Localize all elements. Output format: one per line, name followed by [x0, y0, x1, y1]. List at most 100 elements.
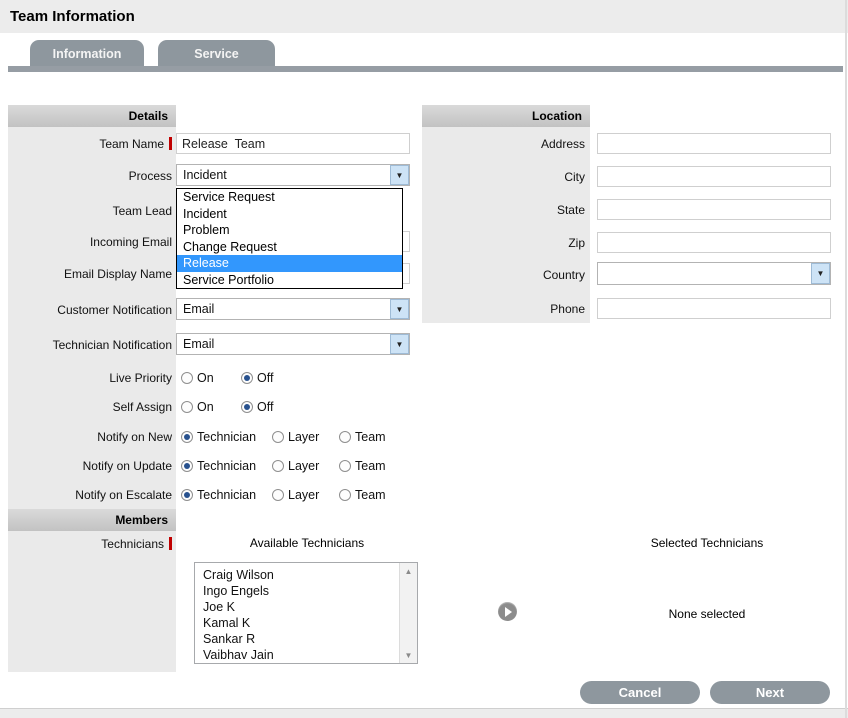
next-button-label: Next	[756, 685, 784, 700]
notify-new-team-radio[interactable]	[339, 431, 351, 443]
available-technicians-list: Craig Wilson Ingo Engels Joe K Kamal K S…	[195, 563, 399, 663]
cancel-button[interactable]: Cancel	[580, 681, 700, 704]
city-label: City	[422, 169, 590, 184]
move-right-button[interactable]	[498, 602, 517, 621]
incoming-email-label: Incoming Email	[8, 234, 180, 249]
notify-on-update-label: Notify on Update	[8, 458, 180, 473]
technician-option[interactable]: Vaibhav Jain	[195, 647, 399, 663]
footer-bar	[0, 708, 848, 718]
address-input[interactable]	[597, 133, 831, 154]
technician-option[interactable]: Sankar R	[195, 631, 399, 647]
live-priority-off-radio[interactable]	[241, 372, 253, 384]
available-technicians-listbox[interactable]: Craig Wilson Ingo Engels Joe K Kamal K S…	[194, 562, 418, 664]
country-select[interactable]: ▼	[597, 262, 831, 285]
technicians-label: Technicians	[8, 536, 172, 551]
members-section-title: Members	[115, 513, 176, 527]
notify-new-layer-radio[interactable]	[272, 431, 284, 443]
chevron-down-icon[interactable]: ▼	[390, 299, 409, 319]
next-button[interactable]: Next	[710, 681, 830, 704]
notify-escalate-team-radio[interactable]	[339, 489, 351, 501]
notify-new-team-option-label: Team	[355, 430, 386, 444]
scroll-up-icon[interactable]: ▲	[400, 563, 417, 579]
required-marker	[169, 537, 172, 550]
notify-update-layer-option-label: Layer	[288, 459, 319, 473]
tab-service[interactable]: Service	[158, 40, 275, 67]
self-assign-label: Self Assign	[8, 399, 180, 414]
notify-on-new-label: Notify on New	[8, 429, 180, 444]
state-input[interactable]	[597, 199, 831, 220]
technician-notification-value: Email	[177, 334, 390, 354]
technician-option[interactable]: Joe K	[195, 599, 399, 615]
notify-update-team-radio[interactable]	[339, 460, 351, 472]
technician-notification-select[interactable]: Email ▼	[176, 333, 410, 355]
page-right-border	[845, 0, 847, 718]
customer-notification-select[interactable]: Email ▼	[176, 298, 410, 320]
technician-option[interactable]: Ingo Engels	[195, 583, 399, 599]
available-technicians-title: Available Technicians	[196, 536, 418, 550]
notify-escalate-layer-option-label: Layer	[288, 488, 319, 502]
process-option[interactable]: Problem	[177, 222, 402, 239]
notify-new-technician-option-label: Technician	[197, 430, 256, 444]
tab-underline-bar	[8, 66, 843, 72]
country-select-value	[598, 263, 811, 284]
chevron-down-icon[interactable]: ▼	[390, 165, 409, 185]
tab-information-label: Information	[53, 47, 122, 61]
self-assign-off-option-label: Off	[257, 400, 273, 414]
cancel-button-label: Cancel	[619, 685, 662, 700]
chevron-down-icon[interactable]: ▼	[390, 334, 409, 354]
selected-technicians-title: Selected Technicians	[597, 536, 817, 550]
self-assign-off-radio[interactable]	[241, 401, 253, 413]
phone-input[interactable]	[597, 298, 831, 319]
process-option[interactable]: Release	[177, 255, 402, 272]
team-name-input[interactable]	[176, 133, 410, 154]
team-information-page: Team Information Information Service Det…	[0, 0, 848, 718]
state-label: State	[422, 202, 590, 217]
location-section-title: Location	[532, 109, 590, 123]
zip-label: Zip	[422, 235, 590, 250]
notify-escalate-technician-option-label: Technician	[197, 488, 256, 502]
notify-update-technician-radio[interactable]	[181, 460, 193, 472]
scroll-down-icon[interactable]: ▼	[400, 647, 417, 663]
process-dropdown-list: Service Request Incident Problem Change …	[176, 188, 403, 289]
phone-label: Phone	[422, 301, 590, 316]
live-priority-label: Live Priority	[8, 370, 180, 385]
process-label: Process	[8, 168, 180, 183]
notify-new-technician-radio[interactable]	[181, 431, 193, 443]
technician-option[interactable]: Craig Wilson	[195, 567, 399, 583]
required-marker	[169, 137, 172, 150]
notify-update-technician-option-label: Technician	[197, 459, 256, 473]
process-option[interactable]: Change Request	[177, 239, 402, 256]
address-label: Address	[422, 136, 590, 151]
process-option[interactable]: Service Request	[177, 189, 402, 206]
page-title: Team Information	[0, 8, 135, 25]
process-select-value: Incident	[177, 165, 390, 185]
chevron-down-icon[interactable]: ▼	[811, 263, 830, 284]
process-option[interactable]: Service Portfolio	[177, 272, 402, 289]
notify-update-layer-radio[interactable]	[272, 460, 284, 472]
notify-on-escalate-label: Notify on Escalate	[8, 487, 180, 502]
notify-escalate-team-option-label: Team	[355, 488, 386, 502]
notify-update-team-option-label: Team	[355, 459, 386, 473]
details-section-header: Details	[8, 105, 176, 127]
details-label-column	[8, 105, 176, 672]
location-section-header: Location	[422, 105, 590, 127]
self-assign-on-radio[interactable]	[181, 401, 193, 413]
technician-notification-label: Technician Notification	[8, 337, 180, 352]
technician-option[interactable]: Kamal K	[195, 615, 399, 631]
process-option[interactable]: Incident	[177, 206, 402, 223]
live-priority-on-option-label: On	[197, 371, 214, 385]
process-select[interactable]: Incident ▼	[176, 164, 410, 186]
notify-escalate-layer-radio[interactable]	[272, 489, 284, 501]
live-priority-off-option-label: Off	[257, 371, 273, 385]
zip-input[interactable]	[597, 232, 831, 253]
none-selected-text: None selected	[597, 607, 817, 621]
notify-new-layer-option-label: Layer	[288, 430, 319, 444]
notify-escalate-technician-radio[interactable]	[181, 489, 193, 501]
live-priority-on-radio[interactable]	[181, 372, 193, 384]
arrow-right-icon	[505, 607, 512, 617]
details-section-title: Details	[129, 109, 176, 123]
tab-information[interactable]: Information	[30, 40, 144, 67]
page-header: Team Information	[0, 0, 848, 33]
city-input[interactable]	[597, 166, 831, 187]
listbox-scrollbar[interactable]: ▲ ▼	[399, 563, 417, 663]
